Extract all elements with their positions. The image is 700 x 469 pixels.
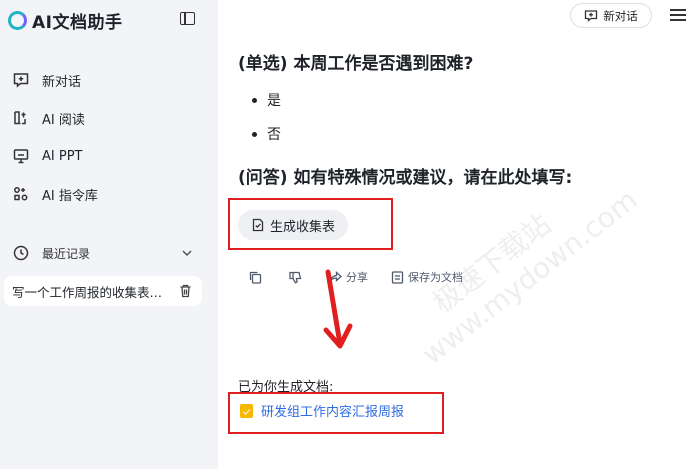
- chat-main: 新对话 (单选) 本周工作是否遇到困难? 是 否 (问答) 如有特殊情况或建议，…: [218, 0, 700, 469]
- chevron-down-icon: [182, 250, 192, 257]
- dislike-button[interactable]: [288, 270, 306, 285]
- book-icon: [12, 109, 30, 127]
- history-item[interactable]: 写一个工作周报的收集表…: [4, 276, 202, 306]
- sidebar-toggle-icon[interactable]: [180, 12, 195, 25]
- save-as-doc-label: 保存为文档: [408, 271, 463, 284]
- highlight-box: [228, 392, 444, 434]
- sidebar-item-new-chat[interactable]: 新对话: [12, 69, 81, 91]
- brand-logo-icon: [8, 10, 27, 30]
- new-chat-icon: [12, 71, 30, 89]
- brand[interactable]: AI文档助手: [8, 9, 123, 33]
- option-item: 是: [252, 90, 281, 110]
- sidebar-item-label: 新对话: [42, 74, 82, 90]
- copy-icon: [249, 271, 262, 284]
- trash-icon[interactable]: [179, 284, 192, 298]
- new-chat-button[interactable]: 新对话: [570, 3, 652, 28]
- sidebar-item-ai-ppt[interactable]: AI PPT: [12, 145, 82, 167]
- history-item-title: 写一个工作周报的收集表…: [12, 284, 163, 300]
- highlight-box: [228, 198, 393, 250]
- menu-icon[interactable]: [670, 9, 686, 21]
- sidebar-item-label: AI PPT: [42, 148, 83, 164]
- brand-title: AI文档助手: [32, 12, 123, 33]
- command-library-icon: [12, 185, 30, 203]
- annotation-arrow: [323, 269, 353, 349]
- sidebar-item-ai-reading[interactable]: AI 阅读: [12, 107, 85, 129]
- watermark: 极速下载站 www.mydown.com: [395, 156, 644, 372]
- sidebar-item-label: AI 阅读: [42, 112, 85, 128]
- clock-icon: [12, 244, 30, 262]
- copy-button[interactable]: [248, 270, 266, 285]
- option-item: 否: [252, 124, 281, 144]
- sidebar-item-ai-commands[interactable]: AI 指令库: [12, 183, 98, 205]
- save-as-doc-button[interactable]: 保存为文档: [390, 269, 463, 285]
- sidebar: AI文档助手 新对话 AI 阅读 AI PPT AI 指令库 最近记录 写一个工…: [0, 0, 218, 469]
- recent-label: 最近记录: [42, 246, 91, 261]
- question-title: (问答) 如有特殊情况或建议，请在此处填写:: [238, 168, 573, 188]
- question-title: (单选) 本周工作是否遇到困难?: [238, 54, 474, 74]
- recent-history-toggle[interactable]: 最近记录: [12, 242, 194, 264]
- new-chat-icon: [585, 9, 598, 22]
- new-chat-label: 新对话: [603, 8, 638, 23]
- presentation-icon: [12, 147, 30, 165]
- message-actions: 分享 保存为文档: [248, 268, 485, 286]
- thumbs-down-icon: [289, 271, 302, 284]
- document-icon: [391, 270, 404, 284]
- sidebar-item-label: AI 指令库: [42, 188, 98, 204]
